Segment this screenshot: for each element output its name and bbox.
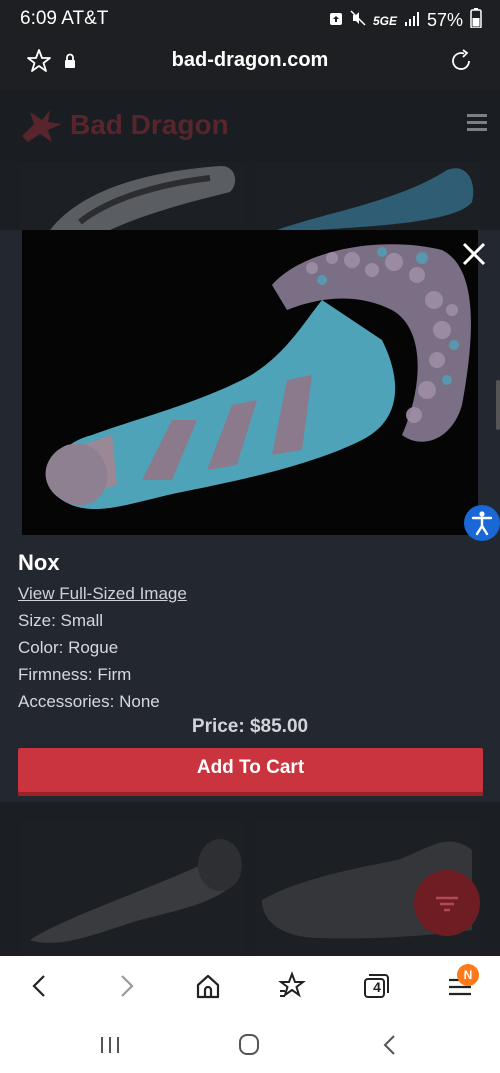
accessibility-icon	[471, 511, 493, 536]
notification-icon	[329, 10, 343, 31]
product-modal: Nox View Full-Sized Image Size: Small Co…	[0, 230, 500, 802]
forward-button[interactable]	[110, 970, 142, 1002]
scrollbar-handle[interactable]	[496, 380, 500, 430]
home-button[interactable]	[192, 970, 224, 1002]
carrier-name: AT&T	[61, 8, 109, 29]
filter-icon	[436, 896, 458, 912]
tab-count: 4	[373, 979, 381, 995]
product-accessories: Accessories: None	[18, 692, 160, 711]
notification-badge: N	[457, 964, 479, 986]
product-image[interactable]	[22, 230, 478, 535]
url-text[interactable]: bad-dragon.com	[0, 49, 500, 72]
view-full-image-link[interactable]: View Full-Sized Image	[18, 584, 187, 604]
recent-apps-button[interactable]	[95, 1032, 125, 1058]
mute-icon	[350, 10, 366, 31]
product-photo	[22, 230, 478, 535]
tabs-button[interactable]: 4	[360, 970, 392, 1002]
site-logo[interactable]: Bad Dragon	[20, 106, 229, 144]
battery-percent: 57%	[426, 10, 463, 30]
product-tile[interactable]	[20, 820, 245, 956]
menu-icon[interactable]	[467, 114, 487, 132]
bookmark-star-icon	[278, 971, 306, 998]
status-time: 6:09 AT&T	[20, 8, 108, 30]
product-name: Nox	[18, 550, 60, 575]
product-size: Size: Small	[18, 611, 104, 630]
logo-text: Bad Dragon	[70, 109, 229, 140]
back-button[interactable]	[24, 970, 56, 1002]
product-info: Nox View Full-Sized Image Size: Small Co…	[18, 550, 488, 712]
home-nav-button[interactable]	[234, 1032, 264, 1058]
site-header: Bad Dragon	[0, 90, 500, 162]
filter-button[interactable]	[414, 870, 480, 936]
home-icon	[196, 974, 220, 999]
add-to-cart-button[interactable]: Add To Cart	[18, 748, 483, 796]
dragon-logo-icon	[22, 110, 62, 142]
product-firmness: Firmness: Firm	[18, 665, 132, 684]
product-thumbnail	[277, 168, 474, 230]
status-icons: 5GE 57%	[329, 8, 482, 33]
product-tile[interactable]	[257, 162, 480, 230]
clock: 6:09	[20, 8, 57, 29]
signal-icon	[404, 10, 420, 31]
phone-screen: 6:09 AT&T 5GE 57% bad-dragon.com Bad Dra…	[0, 0, 500, 1073]
chevron-left-icon	[32, 975, 45, 997]
browser-toolbar: 4	[0, 956, 500, 1016]
close-icon	[462, 242, 486, 266]
home-circle-icon	[239, 1034, 259, 1055]
product-price: Price: $85.00	[191, 716, 309, 737]
battery-icon	[470, 8, 482, 33]
recent-apps-icon	[101, 1037, 119, 1053]
accessibility-button[interactable]	[464, 505, 500, 541]
browser-address-bar: bad-dragon.com	[0, 38, 500, 90]
network-type: 5GE	[372, 13, 397, 28]
system-nav-bar	[0, 1016, 500, 1073]
product-thumbnail	[30, 839, 242, 943]
chevron-right-icon	[121, 975, 134, 997]
bookmarks-button[interactable]	[276, 970, 308, 1002]
product-color: Color: Rogue	[18, 638, 119, 657]
product-tile[interactable]	[20, 162, 245, 230]
back-arrow-icon	[383, 1035, 395, 1055]
status-bar: 6:09 AT&T 5GE 57%	[0, 0, 500, 38]
close-button[interactable]	[458, 238, 490, 270]
product-thumbnail	[50, 165, 236, 230]
back-nav-button[interactable]	[375, 1032, 405, 1058]
reload-icon[interactable]	[448, 48, 474, 79]
